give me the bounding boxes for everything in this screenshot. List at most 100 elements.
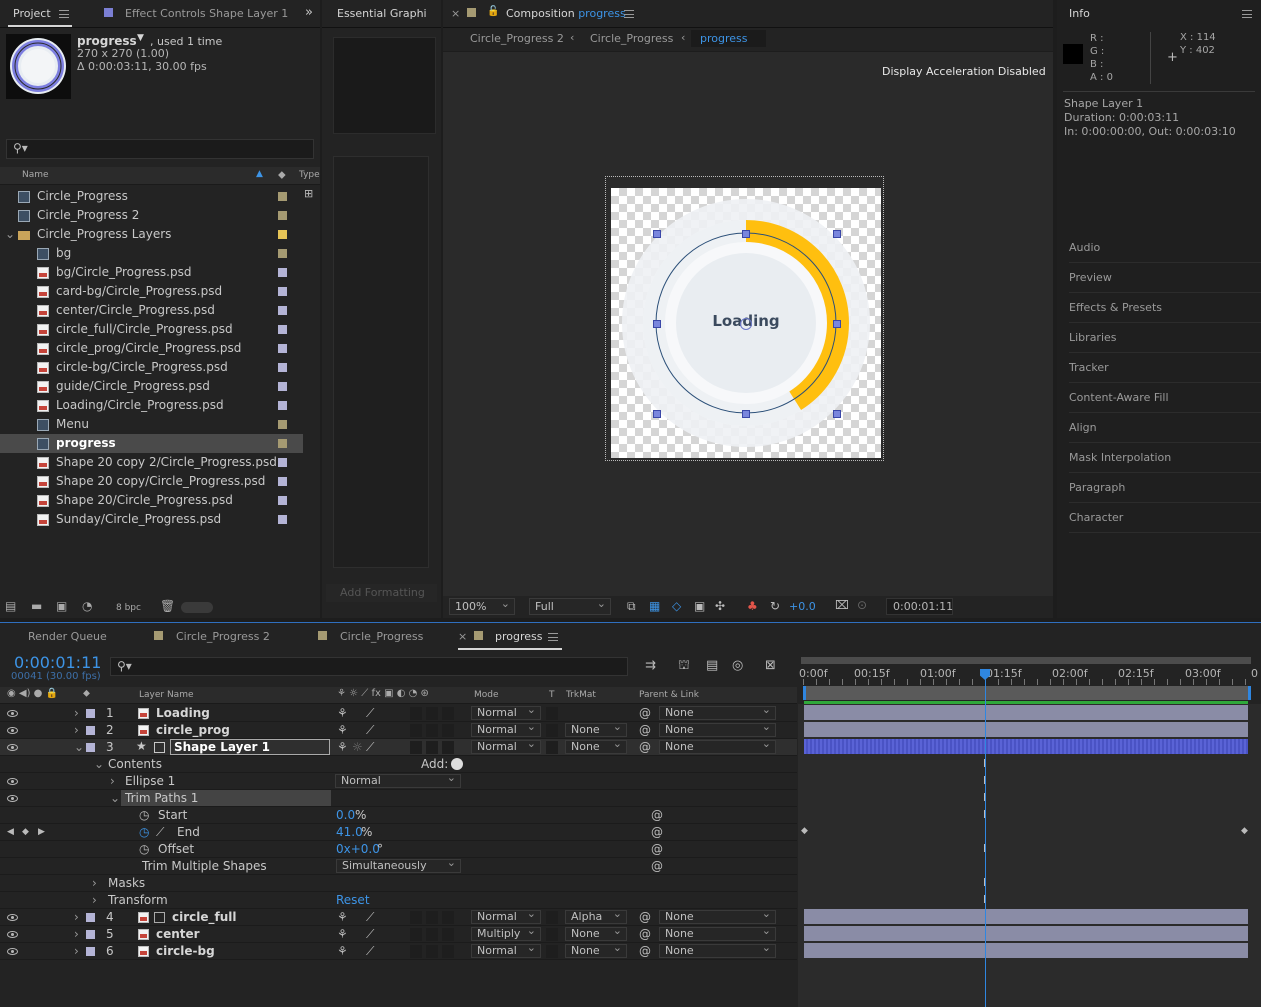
label-color-swatch[interactable] <box>278 382 287 391</box>
bounding-handle[interactable] <box>833 410 841 418</box>
breadcrumb-progress[interactable]: progress <box>691 30 766 47</box>
draft-3d-icon[interactable]: ⛫ <box>678 658 690 675</box>
switch-box[interactable] <box>442 707 454 720</box>
layer-name[interactable]: circle-bg <box>156 943 215 960</box>
quality-icon[interactable]: ⟋ <box>366 739 374 756</box>
label-color-swatch[interactable] <box>278 325 287 334</box>
property-row[interactable]: ⌄ Trim Paths 1 <box>0 790 797 807</box>
mode-header[interactable]: Mode <box>474 690 499 700</box>
eye-icon[interactable] <box>7 914 18 921</box>
trim-paths-label[interactable]: Trim Paths 1 <box>121 790 331 806</box>
add-keyframe-icon[interactable]: ◆ <box>22 824 29 841</box>
layer-row[interactable]: ⌄ 3 ★ Shape Layer 1 ⚘☼⟋ Normal None @ None <box>0 738 797 756</box>
chevron-right-icon[interactable]: › <box>74 722 79 739</box>
composition-menu-icon[interactable] <box>624 10 634 18</box>
chevron-right-icon[interactable]: › <box>92 875 97 892</box>
project-item[interactable]: center/Circle_Progress.psd <box>0 301 303 320</box>
eye-icon[interactable] <box>7 778 18 785</box>
project-settings-icon[interactable]: ◔ <box>82 599 92 613</box>
mode-dropdown[interactable]: Normal <box>471 721 541 737</box>
snapshot-icon[interactable]: ⌧ <box>835 598 849 612</box>
interpret-footage-icon[interactable]: ▤ <box>5 599 16 613</box>
switch-box[interactable] <box>426 945 438 958</box>
label-color-swatch[interactable] <box>278 344 287 353</box>
project-item[interactable]: bg/Circle_Progress.psd <box>0 263 303 282</box>
add-play-icon[interactable] <box>451 758 463 770</box>
mode-dropdown[interactable]: Normal <box>471 704 541 720</box>
label-color-swatch[interactable] <box>86 913 95 922</box>
layer-name[interactable]: Loading <box>156 705 210 722</box>
add-formatting-dropdown[interactable]: Add Formatting <box>326 584 437 602</box>
bpc-label[interactable]: 8 bpc <box>116 603 141 613</box>
preserve-transparency-box[interactable] <box>546 707 558 720</box>
expression-pick-icon[interactable]: @ <box>651 807 663 824</box>
timeline-menu-icon[interactable] <box>548 633 558 641</box>
parent-dropdown[interactable]: None <box>659 925 776 941</box>
layer-name[interactable]: circle_prog <box>156 722 230 739</box>
name-column-header[interactable]: Name <box>22 170 49 180</box>
close-tab-icon[interactable]: × <box>451 7 460 20</box>
eye-icon[interactable] <box>7 727 18 734</box>
pick-whip-icon[interactable]: @ <box>639 943 651 960</box>
stopwatch-icon[interactable]: ◷ <box>139 824 149 841</box>
bounding-handle[interactable] <box>742 230 750 238</box>
breadcrumb-circle-progress-2[interactable]: Circle_Progress 2 <box>470 32 564 45</box>
comp-flowchart-icon[interactable]: ⇉ <box>645 658 656 673</box>
trkmat-dropdown[interactable]: None <box>565 925 627 941</box>
bounding-handle[interactable] <box>742 410 750 418</box>
project-item[interactable]: Shape 20 copy 2/Circle_Progress.psd <box>0 453 303 472</box>
parent-dropdown[interactable]: None <box>659 908 776 924</box>
panel-align[interactable]: Align <box>1069 413 1261 443</box>
eye-icon[interactable] <box>7 710 18 717</box>
label-color-swatch[interactable] <box>278 496 287 505</box>
chevron-right-icon[interactable]: › <box>74 943 79 960</box>
parent-dropdown[interactable]: None <box>659 942 776 958</box>
eye-icon[interactable] <box>7 931 18 938</box>
label-color-swatch[interactable] <box>86 743 95 752</box>
label-color-swatch[interactable] <box>278 363 287 372</box>
pick-whip-icon[interactable]: @ <box>639 739 651 756</box>
property-row[interactable]: Trim Multiple Shapes Simultaneously @ <box>0 857 797 875</box>
label-color-swatch[interactable] <box>278 287 287 296</box>
project-item[interactable]: circle_full/Circle_Progress.psd <box>0 320 303 339</box>
panel-audio[interactable]: Audio <box>1069 233 1261 263</box>
pick-whip-icon[interactable]: @ <box>639 722 651 739</box>
switch-box[interactable] <box>442 724 454 737</box>
chevron-down-icon[interactable]: ⌄ <box>5 225 15 244</box>
sort-ascending-icon[interactable]: ▲ <box>256 169 263 179</box>
label-color-swatch[interactable] <box>278 458 287 467</box>
layer-row[interactable]: › 2 circle_prog ⚘ ⟋ Normal None @ None <box>0 721 797 739</box>
chevron-right-icon[interactable]: › <box>92 892 97 909</box>
property-row[interactable]: ◷ Start 0.0% @ <box>0 807 797 824</box>
comp-canvas[interactable]: Loading <box>605 176 884 461</box>
zoom-dropdown[interactable]: 100% <box>449 596 515 615</box>
channels-icon[interactable]: ♣ <box>747 599 758 613</box>
tab-circle-progress-2[interactable]: Circle_Progress 2 <box>176 623 270 650</box>
layer-row[interactable]: › 6 circle-bg ⚘ ⟋ Normal None @ None <box>0 942 797 960</box>
new-folder-icon[interactable]: ▬ <box>31 599 42 613</box>
layer-row[interactable]: › 1 Loading ⚘ ⟋ Normal @ None <box>0 704 797 722</box>
project-item[interactable]: Circle_Progress <box>0 187 303 206</box>
keyframe-icon[interactable]: ◆ <box>801 826 808 836</box>
label-color-swatch[interactable] <box>278 268 287 277</box>
eye-icon[interactable] <box>7 744 18 751</box>
stopwatch-icon[interactable]: ◷ <box>139 841 149 858</box>
chevron-right-icon[interactable]: › <box>74 705 79 722</box>
track-bar-circle-prog[interactable] <box>804 722 1248 737</box>
transform-label[interactable]: Transform <box>108 892 168 909</box>
tab-essential-graphics[interactable]: Essential Graphi <box>337 0 427 27</box>
switch-box[interactable] <box>426 928 438 941</box>
parent-dropdown[interactable]: None <box>659 721 776 737</box>
track-bar-loading[interactable] <box>804 705 1248 720</box>
chevron-right-icon[interactable]: › <box>74 909 79 926</box>
tab-effect-controls[interactable]: Effect Controls Shape Layer 1 <box>125 0 288 27</box>
track-bar-circle-bg[interactable] <box>804 943 1248 958</box>
timeline-current-time[interactable]: 0:00:01:11 <box>14 653 101 672</box>
switch-box[interactable] <box>410 724 422 737</box>
anchor-point-icon[interactable] <box>740 318 752 330</box>
layer-name[interactable]: Shape Layer 1 <box>170 739 330 755</box>
panel-libraries[interactable]: Libraries <box>1069 323 1261 353</box>
property-row[interactable]: ◷ Offset 0x+0.0 ° @ <box>0 841 797 858</box>
masks-label[interactable]: Masks <box>108 875 145 892</box>
label-color-swatch[interactable] <box>278 420 287 429</box>
